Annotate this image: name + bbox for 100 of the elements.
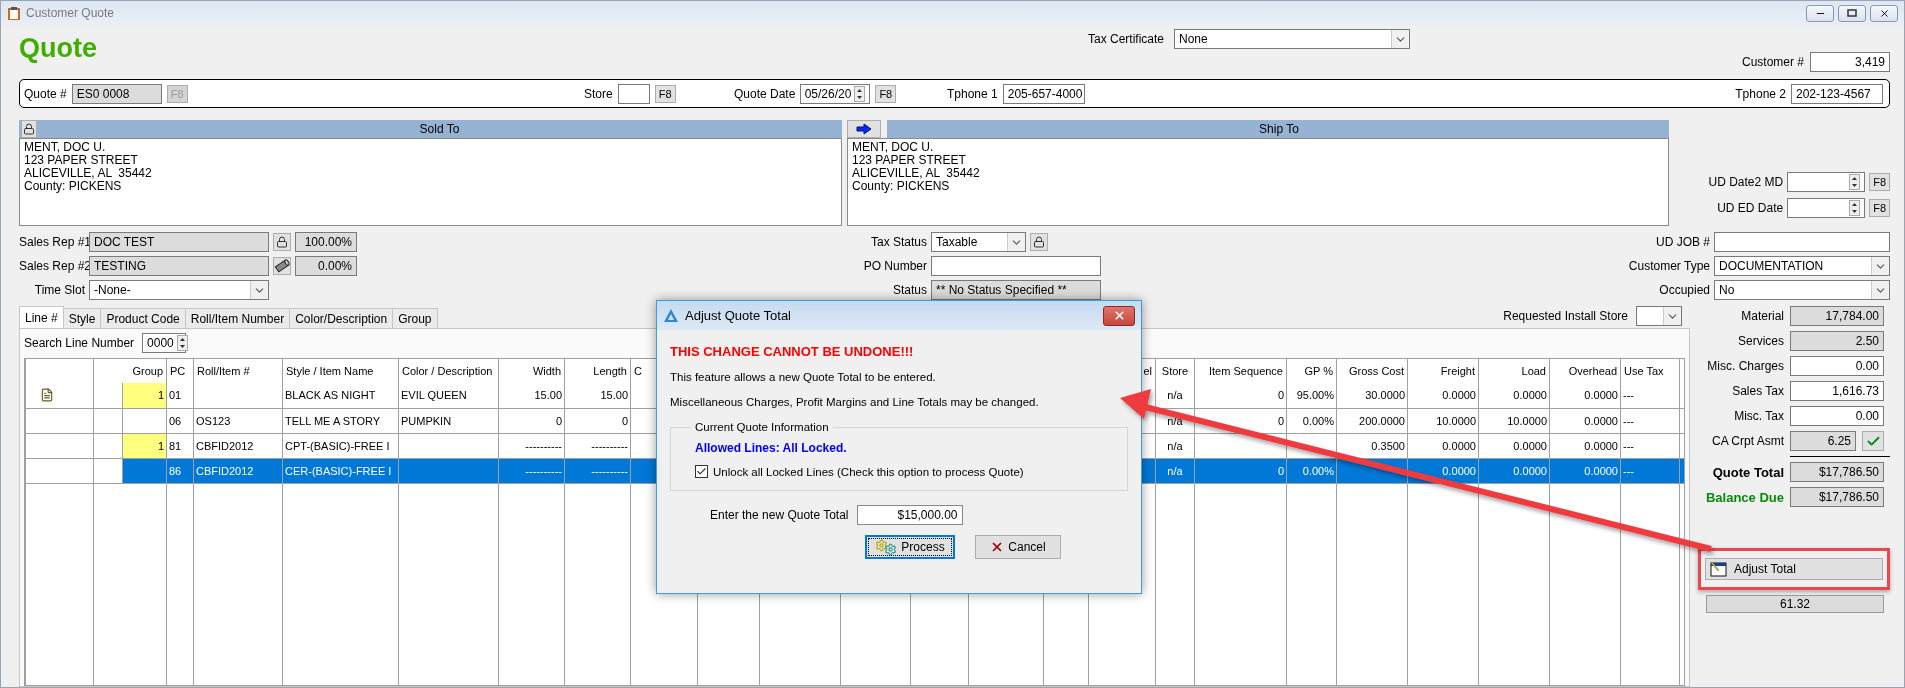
total-label: Misc. Tax <box>1734 409 1784 423</box>
table-cell: ---------- <box>564 433 631 458</box>
f8-button[interactable]: F8 <box>1869 199 1890 217</box>
text-field[interactable] <box>1714 232 1890 252</box>
field-label: Quote # <box>24 86 67 101</box>
restore-button[interactable] <box>1838 4 1866 22</box>
field-label: Occupied <box>1659 283 1710 297</box>
address-line: ALICEVILLE, AL 35442 <box>24 167 153 180</box>
amount-field[interactable]: $17,786.50 <box>1790 462 1884 482</box>
field-label: Customer Type <box>1628 259 1710 273</box>
lock-button[interactable] <box>1030 233 1048 251</box>
table-cell: 81 <box>166 433 194 458</box>
dropdown[interactable]: No <box>1714 280 1890 300</box>
cylinder-button[interactable] <box>273 257 291 275</box>
amount-field[interactable]: 61.32 <box>1706 595 1884 613</box>
panel-title: Sold To <box>418 122 461 136</box>
lock-button[interactable] <box>21 120 37 138</box>
dropdown[interactable] <box>1636 306 1682 326</box>
f8-button[interactable]: F8 <box>1869 173 1890 191</box>
dropdown[interactable]: Taxable <box>931 232 1026 252</box>
table-cell: BLACK AS NIGHT <box>282 383 399 408</box>
table-cell: 0.0000 <box>1478 433 1550 458</box>
total-label: Balance Due <box>1705 489 1784 505</box>
address-line: 123 PAPER STREET <box>24 154 139 167</box>
amount-field[interactable]: $17,786.50 <box>1790 487 1884 507</box>
text-field[interactable]: 05/26/20 <box>800 83 871 104</box>
amount-field[interactable]: 1,616.73 <box>1790 381 1884 401</box>
restore-icon <box>1847 9 1857 17</box>
check-button[interactable] <box>1862 431 1884 451</box>
spin-buttons[interactable] <box>176 335 188 351</box>
f8-button[interactable]: F8 <box>875 84 897 103</box>
text-field[interactable]: $15,000.00 <box>856 505 963 525</box>
page-heading: Quote <box>19 32 97 64</box>
table-cell: 0.0000 <box>1407 433 1479 458</box>
text-field[interactable]: TESTING <box>89 256 269 276</box>
lock-icon <box>276 236 288 248</box>
table-cell: CBFID2012 <box>193 433 283 458</box>
address-line: ALICEVILLE, AL 35442 <box>852 167 981 180</box>
checkbox[interactable] <box>695 465 708 478</box>
text-field[interactable]: ES0 0008 <box>71 83 162 104</box>
column-header[interactable]: Group <box>122 359 167 383</box>
text-field[interactable]: ** No Status Specified ** <box>931 280 1101 300</box>
checkbox-label[interactable]: Unlock all Locked Lines (Check this option to process Quote) <box>713 465 1024 478</box>
amount-field[interactable]: 0.00 <box>1790 406 1884 426</box>
table-cell: EVIL QUEEN <box>398 383 499 408</box>
total-label: Services <box>1738 334 1784 348</box>
window-title: Customer Quote <box>26 6 115 20</box>
table-cell: 95.00% <box>1286 383 1337 408</box>
edit-window-icon <box>1710 561 1728 577</box>
tab[interactable]: Product Code <box>100 308 186 328</box>
minimize-button[interactable] <box>1806 4 1834 22</box>
process-button[interactable]: Process <box>865 535 955 559</box>
table-cell: --- <box>1620 408 1680 433</box>
table-cell: 10.0000 <box>1478 408 1550 433</box>
spin-buttons[interactable] <box>1849 174 1861 190</box>
number-field[interactable]: 0000 <box>142 333 187 353</box>
amount-field[interactable]: 2.50 <box>1790 331 1884 351</box>
amount-field[interactable]: 0.00 <box>1790 356 1884 376</box>
adjust-total-button[interactable]: Adjust Total <box>1705 558 1883 580</box>
table-cell: ---------- <box>498 433 565 458</box>
text-field[interactable]: 202-123-4567 <box>1791 83 1883 104</box>
close-button[interactable] <box>1870 4 1898 22</box>
copy-address-button[interactable] <box>847 120 881 138</box>
field-label: Tax Certificate <box>1087 32 1164 46</box>
amount-field[interactable]: 6.25 <box>1790 431 1856 451</box>
text-field[interactable] <box>931 256 1101 276</box>
dropdown[interactable]: None <box>1174 29 1410 49</box>
date-field[interactable] <box>1787 198 1866 218</box>
cylinder-icon <box>274 259 290 273</box>
address-box[interactable]: MENT, DOC U. 123 PAPER STREET ALICEVILLE, AL 35442 County: PICKENS <box>19 138 842 226</box>
arrow-right-icon <box>856 123 872 135</box>
dropdown[interactable]: DOCUMENTATION <box>1714 256 1890 276</box>
tab[interactable]: Color/Description <box>289 308 394 328</box>
tab[interactable]: Roll/Item Number <box>184 308 291 328</box>
amount-field[interactable]: 17,784.00 <box>1790 306 1884 326</box>
f8-button[interactable]: F8 <box>654 84 676 103</box>
table-cell: TELL ME A STORY <box>282 408 399 433</box>
spin-buttons[interactable] <box>854 85 866 102</box>
text-field[interactable]: 205-657-4000 <box>1002 83 1085 104</box>
dropdown[interactable]: -None- <box>89 280 269 300</box>
field-label: Store <box>584 86 613 101</box>
lock-button[interactable] <box>273 233 291 251</box>
percent-field[interactable]: 100.00% <box>295 232 357 252</box>
close-button[interactable] <box>1103 305 1135 326</box>
percent-field[interactable]: 0.00% <box>295 256 357 276</box>
cancel-button[interactable]: Cancel <box>975 535 1061 559</box>
tab[interactable]: Style <box>62 308 102 328</box>
text-field[interactable] <box>617 83 650 104</box>
spin-buttons[interactable] <box>1849 200 1861 216</box>
address-line: County: PICKENS <box>24 180 123 193</box>
address-box[interactable]: MENT, DOC U. 123 PAPER STREET ALICEVILLE, AL 35442 County: PICKENS <box>847 138 1669 226</box>
panel-title: Ship To <box>1258 122 1300 136</box>
text-field[interactable]: 3,419 <box>1810 52 1890 72</box>
tab[interactable]: Line # <box>19 306 64 328</box>
tab[interactable]: Group <box>392 308 438 328</box>
table-cell: 1 <box>122 383 167 408</box>
date-field[interactable] <box>1787 172 1866 192</box>
field-label: Customer # <box>1741 55 1804 69</box>
total-label: Quote Total <box>1712 464 1784 480</box>
text-field[interactable]: DOC TEST <box>89 232 269 252</box>
